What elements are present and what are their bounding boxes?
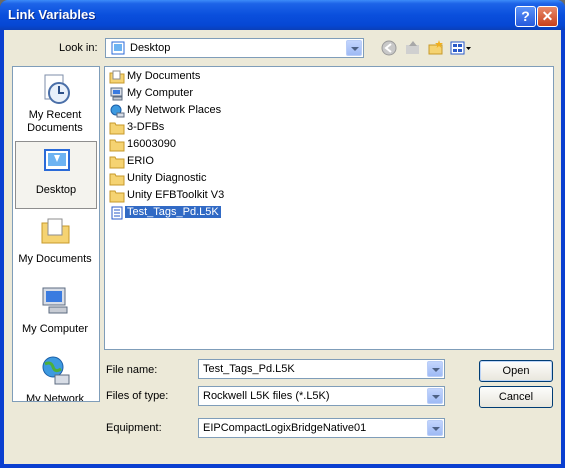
file-name: My Network Places xyxy=(127,104,222,116)
file-type-dropdown[interactable]: Rockwell L5K files (*.L5K) xyxy=(198,386,445,406)
place-my-documents[interactable]: My Documents xyxy=(15,211,97,279)
window-title: Link Variables xyxy=(8,7,96,22)
look-in-label: Look in: xyxy=(59,42,98,54)
back-icon[interactable] xyxy=(380,39,398,57)
file-name: Test_Tags_Pd.L5K xyxy=(124,205,222,219)
place-label: My Network xyxy=(25,393,85,402)
open-button[interactable]: Open xyxy=(479,360,553,382)
folder-icon xyxy=(109,190,125,203)
dialog-window: Link Variables ? ✕ Look in: Desktop My R… xyxy=(0,0,565,468)
desktop-icon xyxy=(44,149,70,171)
place-my-computer[interactable]: My Computer xyxy=(15,281,97,349)
place-recent-documents[interactable]: My Recent Documents xyxy=(15,69,97,137)
look-in-value: Desktop xyxy=(130,42,171,54)
place-label: My Computer xyxy=(21,323,89,335)
look-in-dropdown[interactable]: Desktop xyxy=(105,38,364,58)
folder-icon xyxy=(109,122,125,135)
dialog-body: Look in: Desktop My Recent Documents Des… xyxy=(4,30,561,464)
place-label: My Recent Documents xyxy=(27,109,83,134)
file-list[interactable]: My Documents My Computer My Network Plac… xyxy=(104,66,554,350)
folder-icon xyxy=(109,156,125,169)
folder-icon xyxy=(109,173,125,186)
file-icon xyxy=(111,206,123,220)
place-label: My Documents xyxy=(18,253,92,265)
title-bar[interactable]: Link Variables ? ✕ xyxy=(0,0,565,30)
new-folder-icon[interactable] xyxy=(427,39,445,57)
place-my-network[interactable]: My Network xyxy=(15,351,97,402)
help-button[interactable]: ? xyxy=(515,6,536,27)
chevron-down-icon[interactable] xyxy=(427,361,443,377)
file-name-label: File name: xyxy=(106,364,158,376)
chevron-down-icon[interactable] xyxy=(346,40,362,56)
recent-documents-icon xyxy=(44,74,70,104)
equipment-dropdown[interactable]: EIPCompactLogixBridgeNative01 xyxy=(198,418,445,438)
file-type-label: Files of type: xyxy=(106,390,169,402)
my-documents-icon xyxy=(41,218,70,244)
network-places-icon xyxy=(110,104,125,118)
my-computer-icon xyxy=(42,287,68,314)
place-desktop[interactable]: Desktop xyxy=(15,141,97,209)
file-name: My Documents xyxy=(127,70,201,82)
equipment-label: Equipment: xyxy=(106,422,162,434)
file-name-value: Test_Tags_Pd.L5K xyxy=(203,363,295,375)
file-name: Unity EFBToolkit V3 xyxy=(127,189,225,201)
chevron-down-icon[interactable] xyxy=(427,420,443,436)
my-computer-icon xyxy=(110,87,123,101)
chevron-down-icon[interactable] xyxy=(427,388,443,404)
folder-icon xyxy=(109,139,125,152)
place-label: Desktop xyxy=(35,184,77,196)
file-name: ERIO xyxy=(127,155,154,167)
cancel-button[interactable]: Cancel xyxy=(479,386,553,408)
my-documents-icon xyxy=(109,70,125,84)
file-name: Unity Diagnostic xyxy=(127,172,207,184)
up-folder-icon[interactable] xyxy=(404,39,422,57)
places-bar: My Recent Documents Desktop My Documents… xyxy=(12,66,100,402)
file-name: My Computer xyxy=(127,87,194,99)
desktop-icon xyxy=(111,41,125,55)
close-button[interactable]: ✕ xyxy=(537,6,558,27)
my-network-icon xyxy=(42,356,70,385)
file-name: 16003090 xyxy=(127,138,176,150)
file-name-field[interactable]: Test_Tags_Pd.L5K xyxy=(198,359,445,379)
file-type-value: Rockwell L5K files (*.L5K) xyxy=(203,390,330,402)
view-menu-icon[interactable] xyxy=(449,39,473,57)
file-name: 3-DFBs xyxy=(127,121,165,133)
equipment-value: EIPCompactLogixBridgeNative01 xyxy=(203,422,367,434)
